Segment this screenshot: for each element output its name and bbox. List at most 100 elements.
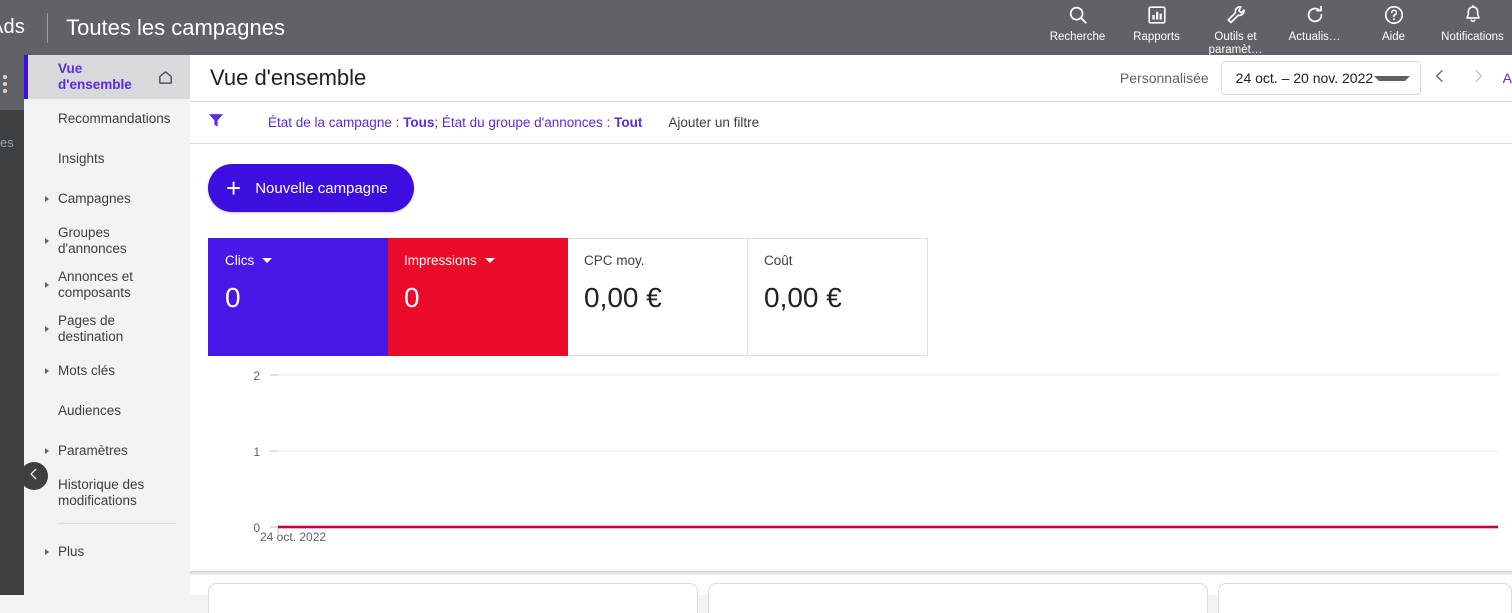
filter-value-campaign-status: Tous bbox=[403, 115, 435, 130]
filter-key-campaign-status: État de la campagne : bbox=[268, 115, 404, 130]
sidebar-nav: Vue d'ensemble Recommandations Insights … bbox=[24, 55, 190, 595]
overview-panel: + Nouvelle campagne Clics 0 Impressions … bbox=[190, 144, 1512, 544]
sidebar-item-pages-de-destination[interactable]: Pages de destination bbox=[24, 307, 190, 351]
account-rail-truncated-label: es bbox=[0, 135, 14, 150]
page-title: Vue d'ensemble bbox=[210, 65, 367, 90]
sidebar-item-label: Audiences bbox=[58, 403, 122, 418]
topbar-reports-button[interactable]: Rapports bbox=[1117, 1, 1196, 44]
metric-label: CPC moy. bbox=[584, 253, 645, 268]
menu-hamburger-icon[interactable] bbox=[2, 72, 18, 96]
chevron-right-icon bbox=[45, 196, 49, 202]
sidebar-item-vue-densemble[interactable]: Vue d'ensemble bbox=[24, 55, 190, 99]
sidebar-item-label: Mots clés bbox=[58, 363, 116, 378]
date-more-link[interactable]: A bbox=[1497, 70, 1512, 86]
chevron-down-icon[interactable] bbox=[262, 258, 273, 263]
topbar-search-button[interactable]: Recherche bbox=[1038, 1, 1117, 44]
metric-card-clics[interactable]: Clics 0 bbox=[208, 238, 388, 356]
date-prev-button[interactable] bbox=[1421, 59, 1459, 97]
add-filter-button[interactable]: Ajouter un filtre bbox=[668, 115, 759, 130]
bottom-card[interactable] bbox=[208, 583, 698, 613]
metric-card-cpc-moy[interactable]: CPC moy. 0,00 € bbox=[568, 238, 748, 356]
topbar-help-label: Aide bbox=[1381, 31, 1406, 43]
active-filter-chip[interactable]: État de la campagne : Tous; État du grou… bbox=[268, 115, 642, 130]
metric-card-label-row: Impressions bbox=[404, 253, 551, 268]
date-range-value: 24 oct. – 20 nov. 2022 bbox=[1235, 70, 1374, 86]
chevron-left-icon bbox=[27, 467, 41, 486]
sidebar-item-plus[interactable]: Plus bbox=[24, 532, 190, 572]
sidebar-item-annonces-et-composants[interactable]: Annonces et composants bbox=[24, 263, 190, 307]
date-next-button[interactable] bbox=[1459, 59, 1497, 97]
topbar-refresh-button[interactable]: Actualis… bbox=[1275, 1, 1354, 44]
chevron-right-icon bbox=[45, 282, 49, 288]
date-preset-label: Personnalisée bbox=[1119, 70, 1209, 86]
new-campaign-button[interactable]: + Nouvelle campagne bbox=[208, 164, 414, 212]
sidebar-item-recommandations[interactable]: Recommandations bbox=[24, 99, 190, 139]
sidebar-item-label: Historique des modifications bbox=[58, 477, 145, 508]
chevron-left-icon bbox=[1432, 68, 1448, 89]
filter-key-adgroup-status: État du groupe d'annonces : bbox=[441, 115, 615, 130]
metric-label: Coût bbox=[764, 253, 793, 268]
date-range-controls: Personnalisée 24 oct. – 20 nov. 2022 A bbox=[1120, 59, 1512, 97]
date-range-picker[interactable]: 24 oct. – 20 nov. 2022 bbox=[1220, 61, 1421, 95]
filter-funnel-icon[interactable] bbox=[206, 110, 226, 135]
top-app-bar: Ads Toutes les campagnes Recherche Rappo… bbox=[0, 0, 1512, 57]
search-icon bbox=[1067, 3, 1089, 27]
performance-chart[interactable]: 2 1 0 24 oct. 2022 bbox=[208, 358, 1498, 544]
sidebar-item-label: Campagnes bbox=[58, 191, 131, 206]
reports-bar-chart-icon bbox=[1146, 3, 1168, 27]
sidebar-item-label: Groupes d'annonces bbox=[58, 225, 127, 256]
filter-value-adgroup-status: Tout bbox=[614, 115, 643, 130]
brand-area: Ads Toutes les campagnes bbox=[0, 12, 285, 43]
bottom-card[interactable] bbox=[1218, 583, 1512, 613]
topbar-refresh-label: Actualis… bbox=[1288, 31, 1341, 43]
metric-label: Clics bbox=[225, 253, 255, 268]
sidebar-collapse-button[interactable] bbox=[20, 462, 48, 490]
chevron-right-icon bbox=[45, 368, 49, 374]
metric-value: 0 bbox=[225, 282, 241, 313]
sidebar-item-audiences[interactable]: Audiences bbox=[24, 391, 190, 431]
wrench-tools-icon bbox=[1225, 3, 1247, 27]
topbar-notifications-button[interactable]: Notifications bbox=[1433, 1, 1512, 44]
metric-value: 0 bbox=[404, 282, 420, 313]
help-circle-icon bbox=[1383, 3, 1405, 27]
metric-cards: Clics 0 Impressions 0 CPC moy. 0,00 € Co… bbox=[208, 238, 1494, 356]
main-content: Vue d'ensemble Personnalisée 24 oct. – 2… bbox=[190, 55, 1512, 595]
topbar-search-label: Recherche bbox=[1049, 31, 1106, 43]
sidebar-divider bbox=[58, 523, 176, 524]
sidebar-item-insights[interactable]: Insights bbox=[24, 139, 190, 179]
chevron-down-icon bbox=[1373, 75, 1410, 81]
filter-bar: État de la campagne : Tous; État du grou… bbox=[190, 102, 1512, 144]
refresh-icon bbox=[1304, 3, 1326, 27]
metric-card-cout[interactable]: Coût 0,00 € bbox=[748, 238, 928, 356]
metric-card-label-row: Coût bbox=[764, 253, 911, 268]
chevron-down-icon[interactable] bbox=[484, 258, 495, 263]
brand-logo-text[interactable]: Ads bbox=[0, 16, 25, 39]
bell-icon bbox=[1462, 3, 1484, 27]
topbar-notifications-label: Notifications bbox=[1441, 31, 1504, 43]
metric-card-label-row: CPC moy. bbox=[584, 253, 731, 268]
home-icon bbox=[157, 69, 178, 86]
filter-separator: ; bbox=[434, 115, 442, 130]
sidebar-item-parametres[interactable]: Paramètres bbox=[24, 431, 190, 471]
topbar-reports-label: Rapports bbox=[1133, 31, 1180, 43]
svg-text:2: 2 bbox=[253, 369, 260, 383]
chevron-right-icon bbox=[1470, 68, 1486, 89]
sidebar-item-historique-des-modifications[interactable]: Historique des modifications bbox=[24, 471, 190, 515]
new-campaign-label: Nouvelle campagne bbox=[255, 179, 388, 197]
bottom-card[interactable] bbox=[708, 583, 1208, 613]
chevron-right-icon bbox=[45, 549, 49, 555]
chevron-right-icon bbox=[45, 326, 49, 332]
metric-card-impressions[interactable]: Impressions 0 bbox=[388, 238, 568, 356]
sidebar-item-groupes-dannonces[interactable]: Groupes d'annonces bbox=[24, 219, 190, 263]
account-scope-title: Toutes les campagnes bbox=[66, 14, 285, 40]
sidebar-item-label: Insights bbox=[58, 151, 105, 166]
chevron-right-icon bbox=[45, 238, 49, 244]
topbar-tools-button[interactable]: Outils et paramèt… bbox=[1196, 1, 1275, 57]
sidebar-item-campagnes[interactable]: Campagnes bbox=[24, 179, 190, 219]
sidebar-item-label: Vue d'ensemble bbox=[58, 61, 132, 92]
topbar-help-button[interactable]: Aide bbox=[1354, 1, 1433, 44]
metric-value: 0,00 € bbox=[764, 282, 842, 313]
sidebar-item-mots-cles[interactable]: Mots clés bbox=[24, 351, 190, 391]
chevron-right-icon bbox=[45, 448, 49, 454]
sidebar-item-label: Annonces et composants bbox=[58, 269, 134, 300]
